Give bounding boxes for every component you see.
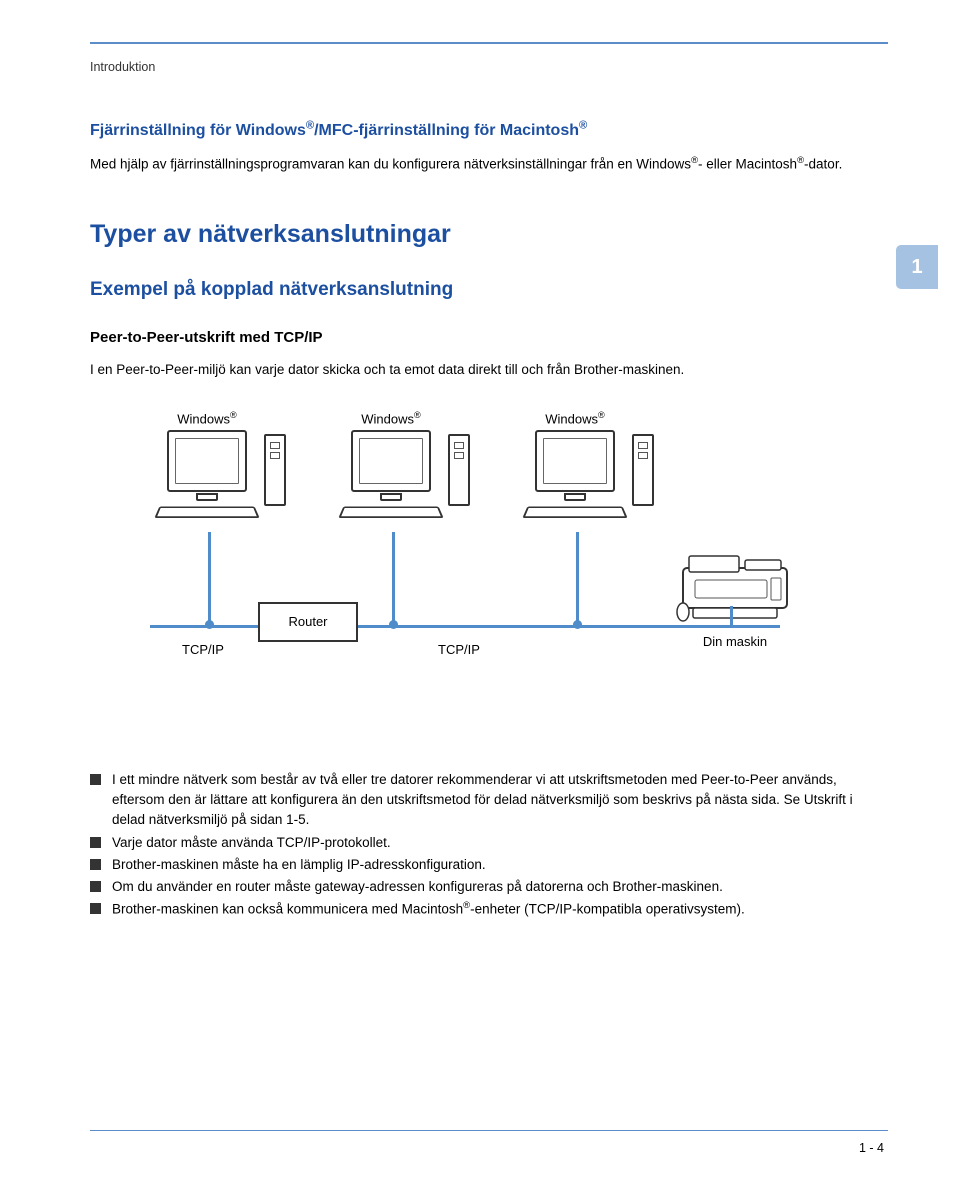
heading-4: Peer-to-Peer-utskrift med TCP/IP (90, 329, 860, 346)
intro-paragraph: I en Peer-to-Peer-miljö kan varje dator … (90, 360, 860, 380)
keyboard-icon (154, 507, 259, 518)
network-drop-2 (392, 532, 395, 625)
printer-label: Din maskin (670, 634, 800, 649)
pc-3: Windows® (500, 410, 650, 519)
page-number: 1 - 4 (859, 1141, 884, 1155)
tcpip-right-label: TCP/IP (438, 642, 480, 657)
bullet-item: Varje dator måste använda TCP/IP-protoko… (90, 833, 860, 853)
keyboard-icon (338, 507, 443, 518)
pc-1-label: Windows® (132, 410, 282, 426)
keyboard-icon (522, 507, 627, 518)
bullet-item: I ett mindre nätverk som består av två e… (90, 770, 860, 831)
pc-1: Windows® (132, 410, 282, 519)
network-diagram: Windows® Windows® Windows® Router TCP/IP (120, 410, 800, 750)
monitor-icon (535, 430, 615, 492)
top-rule (90, 42, 888, 44)
printer-device: Din maskin (670, 550, 800, 649)
stand-icon (196, 493, 218, 501)
section-title: Fjärrinställning för Windows®/MFC-fjärri… (90, 120, 860, 140)
bullet-item: Brother-maskinen måste ha en lämplig IP-… (90, 855, 860, 875)
router-box: Router (258, 602, 358, 642)
bullet-list: I ett mindre nätverk som består av två e… (90, 770, 860, 920)
network-drop-3 (576, 532, 579, 625)
chapter-tab: 1 (896, 245, 938, 289)
printer-icon (675, 550, 795, 625)
bullet-item: Om du använder en router måste gateway-a… (90, 877, 860, 897)
section-title-text: Fjärrinställning för Windows®/MFC-fjärri… (90, 122, 587, 139)
stand-icon (380, 493, 402, 501)
section-body: Med hjälp av fjärrinställningsprogramvar… (90, 154, 860, 174)
tower-icon (632, 434, 654, 506)
bullet-item: Brother-maskinen kan också kommunicera m… (90, 899, 860, 920)
monitor-icon (167, 430, 247, 492)
footer-rule (90, 1130, 888, 1132)
printer-drop-line (730, 606, 733, 625)
breadcrumb: Introduktion (90, 60, 155, 74)
pc-3-label: Windows® (500, 410, 650, 426)
network-drop-1 (208, 532, 211, 625)
stand-icon (564, 493, 586, 501)
heading-2: Exempel på kopplad nätverksanslutning (90, 279, 860, 301)
pc-2: Windows® (316, 410, 466, 519)
heading-1: Typer av nätverksanslutningar (90, 220, 860, 249)
pc-2-label: Windows® (316, 410, 466, 426)
page-content: Fjärrinställning för Windows®/MFC-fjärri… (90, 120, 860, 922)
tower-icon (264, 434, 286, 506)
monitor-icon (351, 430, 431, 492)
tower-icon (448, 434, 470, 506)
tcpip-left-label: TCP/IP (182, 642, 224, 657)
